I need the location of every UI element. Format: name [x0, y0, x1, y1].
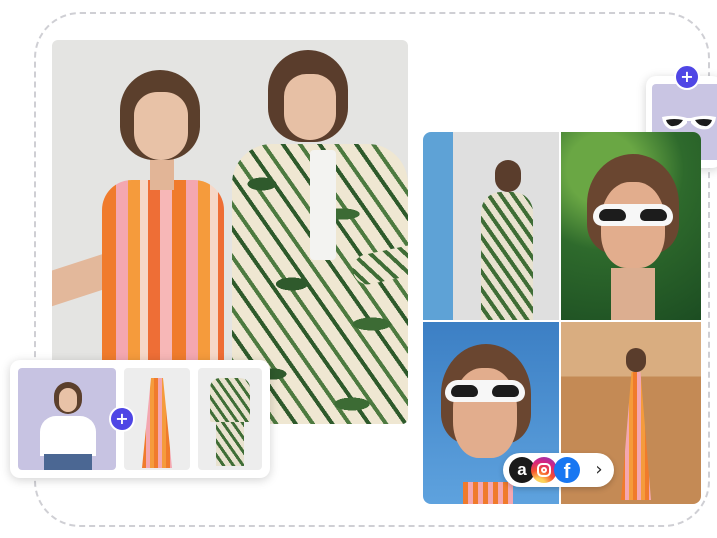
- chevron-right-icon[interactable]: ›: [589, 459, 609, 481]
- facebook-icon[interactable]: f: [554, 457, 580, 483]
- add-plus-icon[interactable]: +: [109, 406, 135, 432]
- tile-desert-dress: [621, 372, 651, 500]
- lens-left: [451, 385, 479, 397]
- lens-right: [639, 209, 667, 221]
- model-a-face: [134, 92, 188, 160]
- striped-dress-item: [142, 378, 172, 468]
- instagram-glyph-lens: [541, 467, 547, 473]
- tile-wall-suit: [481, 192, 533, 320]
- thumb-model-top: [40, 416, 96, 456]
- add-plus-icon[interactable]: +: [674, 64, 700, 90]
- model-b-white-top: [310, 150, 336, 260]
- thumb-model-face: [59, 388, 77, 412]
- tile-sky-sunglasses: [445, 380, 525, 402]
- canvas: + + a f ›: [0, 0, 717, 538]
- social-share-pill[interactable]: a f ›: [503, 453, 614, 487]
- model-a-neck: [150, 156, 174, 190]
- palm-pants-item: [216, 422, 244, 466]
- output-tile-wall[interactable]: [423, 132, 559, 320]
- tile-wall-hair: [495, 160, 521, 192]
- output-tile-leaves[interactable]: [561, 132, 701, 320]
- suit-thumbnail[interactable]: [198, 368, 262, 470]
- tile-leaves-sunglasses: [593, 204, 673, 226]
- lens-left: [599, 209, 627, 221]
- thumb-model-jeans: [44, 454, 92, 470]
- tile-sky-dress: [463, 482, 513, 504]
- lens-right: [491, 385, 519, 397]
- palm-jacket-item: [210, 378, 250, 422]
- input-items-card: +: [10, 360, 270, 478]
- output-photo-grid: [423, 132, 701, 504]
- model-b-face: [284, 74, 336, 140]
- tile-leaves-neck: [611, 268, 655, 320]
- model-thumbnail[interactable]: [18, 368, 116, 470]
- sunglasses-icon: [662, 115, 716, 130]
- tile-desert-hair: [626, 348, 646, 372]
